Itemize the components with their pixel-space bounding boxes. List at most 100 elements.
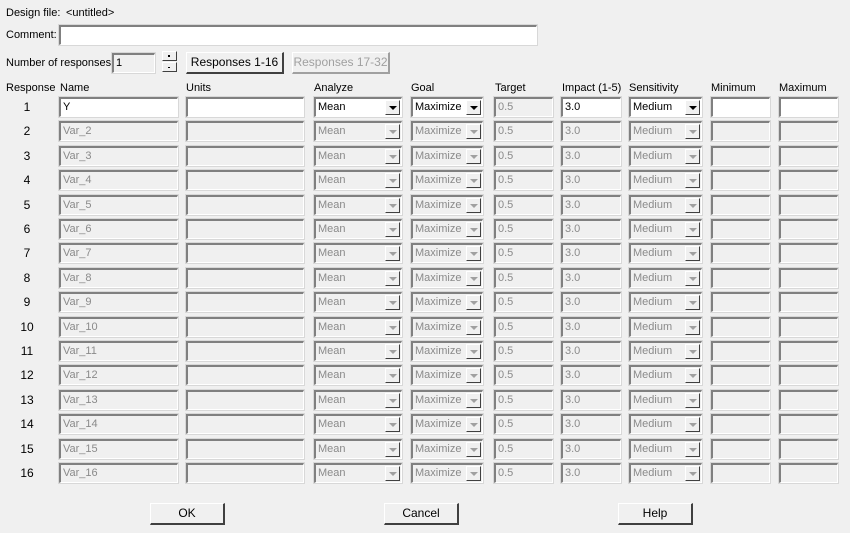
target-input[interactable]: 0.5 [493,96,554,118]
impact-input[interactable]: 3.0 [560,194,622,216]
maximum-input[interactable] [778,438,839,460]
sensitivity-select[interactable]: Medium [628,316,703,338]
impact-input[interactable]: 3.0 [560,218,622,240]
dropdown-arrow-icon[interactable] [385,222,400,237]
sensitivity-select[interactable]: Medium [628,291,703,313]
sensitivity-select[interactable]: Medium [628,389,703,411]
goal-select[interactable]: Maximize [410,145,484,167]
goal-select[interactable]: Maximize [410,120,484,142]
dropdown-arrow-icon[interactable] [685,100,700,115]
impact-input[interactable]: 3.0 [560,242,622,264]
name-input[interactable]: Var_9 [58,291,179,313]
dropdown-arrow-icon[interactable] [385,442,400,457]
minimum-input[interactable] [710,120,771,142]
target-input[interactable]: 0.5 [493,120,554,142]
goal-select[interactable]: Maximize [410,462,484,484]
dropdown-arrow-icon[interactable] [385,173,400,188]
impact-input[interactable]: 3.0 [560,364,622,386]
impact-input[interactable]: 3.0 [560,413,622,435]
name-input[interactable]: Var_2 [58,120,179,142]
dropdown-arrow-icon[interactable] [385,198,400,213]
goal-select[interactable]: Maximize [410,267,484,289]
sensitivity-select[interactable]: Medium [628,340,703,362]
units-input[interactable] [185,145,305,167]
dropdown-arrow-icon[interactable] [466,246,481,261]
target-input[interactable]: 0.5 [493,389,554,411]
dropdown-arrow-icon[interactable] [685,393,700,408]
impact-input[interactable]: 3.0 [560,340,622,362]
sensitivity-select[interactable]: Medium [628,120,703,142]
units-input[interactable] [185,218,305,240]
units-input[interactable] [185,438,305,460]
minimum-input[interactable] [710,96,771,118]
help-button[interactable]: Help [618,503,693,525]
analyze-select[interactable]: Mean [313,316,403,338]
dropdown-arrow-icon[interactable] [466,417,481,432]
dropdown-arrow-icon[interactable] [466,271,481,286]
goal-select[interactable]: Maximize [410,438,484,460]
cancel-button[interactable]: Cancel [384,503,459,525]
name-input[interactable]: Var_16 [58,462,179,484]
impact-input[interactable]: 3.0 [560,438,622,460]
minimum-input[interactable] [710,291,771,313]
target-input[interactable]: 0.5 [493,438,554,460]
sensitivity-select[interactable]: Medium [628,267,703,289]
maximum-input[interactable] [778,242,839,264]
minimum-input[interactable] [710,340,771,362]
impact-input[interactable]: 3.0 [560,96,622,118]
goal-select[interactable]: Maximize [410,291,484,313]
target-input[interactable]: 0.5 [493,340,554,362]
minimum-input[interactable] [710,438,771,460]
minimum-input[interactable] [710,218,771,240]
target-input[interactable]: 0.5 [493,413,554,435]
sensitivity-select[interactable]: Medium [628,364,703,386]
dropdown-arrow-icon[interactable] [466,124,481,139]
target-input[interactable]: 0.5 [493,462,554,484]
dropdown-arrow-icon[interactable] [466,344,481,359]
maximum-input[interactable] [778,194,839,216]
sensitivity-select[interactable]: Medium [628,462,703,484]
sensitivity-select[interactable]: Medium [628,242,703,264]
units-input[interactable] [185,364,305,386]
sensitivity-select[interactable]: Medium [628,413,703,435]
analyze-select[interactable]: Mean [313,267,403,289]
comment-input[interactable] [58,24,538,46]
spin-up-button[interactable] [162,51,177,61]
maximum-input[interactable] [778,316,839,338]
name-input[interactable]: Var_3 [58,145,179,167]
goal-select[interactable]: Maximize [410,364,484,386]
dropdown-arrow-icon[interactable] [685,124,700,139]
impact-input[interactable]: 3.0 [560,169,622,191]
analyze-select[interactable]: Mean [313,340,403,362]
goal-select[interactable]: Maximize [410,316,484,338]
dropdown-arrow-icon[interactable] [685,417,700,432]
name-input[interactable]: Var_10 [58,316,179,338]
responses-17-32-button[interactable]: Responses 17-32 [292,52,390,74]
goal-select[interactable]: Maximize [410,340,484,362]
goal-select[interactable]: Maximize [410,413,484,435]
dropdown-arrow-icon[interactable] [466,198,481,213]
analyze-select[interactable]: Mean [313,194,403,216]
units-input[interactable] [185,291,305,313]
dropdown-arrow-icon[interactable] [466,149,481,164]
dropdown-arrow-icon[interactable] [685,149,700,164]
dropdown-arrow-icon[interactable] [385,100,400,115]
dropdown-arrow-icon[interactable] [685,222,700,237]
analyze-select[interactable]: Mean [313,169,403,191]
name-input[interactable]: Var_13 [58,389,179,411]
impact-input[interactable]: 3.0 [560,267,622,289]
dropdown-arrow-icon[interactable] [385,295,400,310]
impact-input[interactable]: 3.0 [560,120,622,142]
dropdown-arrow-icon[interactable] [685,320,700,335]
name-input[interactable]: Var_7 [58,242,179,264]
dropdown-arrow-icon[interactable] [466,222,481,237]
name-input[interactable]: Var_6 [58,218,179,240]
analyze-select[interactable]: Mean [313,291,403,313]
analyze-select[interactable]: Mean [313,413,403,435]
dropdown-arrow-icon[interactable] [466,100,481,115]
dropdown-arrow-icon[interactable] [385,320,400,335]
maximum-input[interactable] [778,413,839,435]
sensitivity-select[interactable]: Medium [628,194,703,216]
dropdown-arrow-icon[interactable] [385,368,400,383]
units-input[interactable] [185,194,305,216]
